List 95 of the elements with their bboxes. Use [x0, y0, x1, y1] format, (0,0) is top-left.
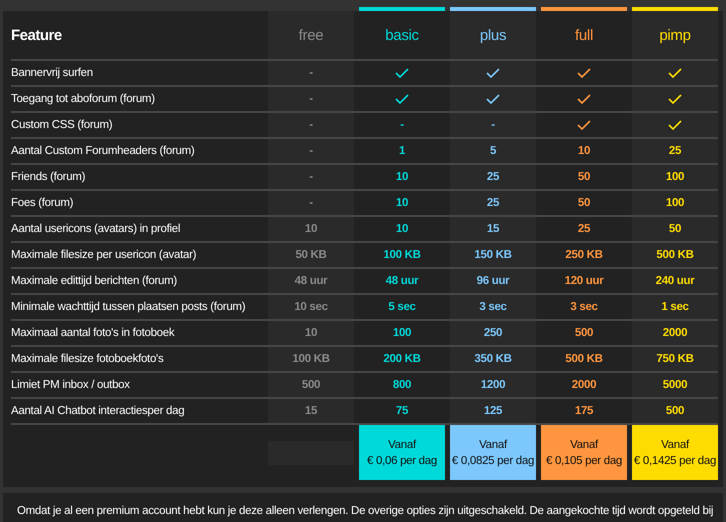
table-cell: 10 sec	[294, 301, 328, 313]
table-cell: 10	[396, 223, 408, 235]
table-cell: 100 KB	[292, 353, 330, 365]
price-button[interactable]: Vanaf € 0,06 per dag	[359, 425, 445, 480]
feature-label: Aantal AI Chatbot interactiesper dag	[11, 404, 186, 419]
table-cell: -	[309, 119, 313, 131]
table-cell: 50	[578, 171, 590, 183]
table-cell: 50	[578, 197, 590, 209]
table-cell: 120 uur	[564, 275, 604, 287]
check-icon	[577, 94, 591, 104]
table-cell: -	[309, 171, 313, 183]
table-cell: 125	[484, 405, 502, 417]
table-cell: 48 uur	[386, 275, 418, 287]
price-button[interactable]: Vanaf € 0,1425 per dag	[632, 425, 718, 480]
table-cell: -	[309, 67, 313, 79]
feature-label: Maximale filesize fotoboekfoto's	[11, 352, 164, 367]
feature-label: Maximale edittijd berichten (forum)	[11, 274, 178, 289]
table-cell: -	[491, 119, 495, 131]
feature-label: Maximale filesize per usericon (avatar)	[11, 248, 198, 263]
feature-label: Foes (forum)	[11, 196, 74, 211]
table-cell: 175	[574, 405, 594, 417]
table-cell: 25	[486, 171, 500, 183]
plan-name: free	[298, 26, 324, 46]
check-icon	[577, 120, 591, 130]
table-cell: 10	[396, 171, 408, 183]
table-cell: 3 sec	[570, 301, 598, 313]
table-cell: -	[309, 145, 313, 157]
feature-label: Minimale wachttijd tussen plaatsen posts (forum)	[11, 300, 246, 315]
table-cell: 250	[484, 327, 502, 339]
table-cell: 100	[666, 197, 684, 209]
table-cell: 1 sec	[661, 301, 689, 313]
table-cell: 500	[574, 327, 594, 339]
table-cell: 500 KB	[565, 353, 603, 365]
table-cell: -	[309, 93, 313, 105]
feature-label: Aantal Custom Forumheaders (forum)	[11, 144, 196, 159]
check-icon	[668, 68, 682, 78]
check-icon	[486, 94, 500, 104]
table-cell: 1200	[480, 379, 506, 391]
table-cell: 240 uur	[656, 275, 694, 287]
table-cell: 48 uur	[294, 275, 328, 287]
price-button[interactable]: Vanaf € 0,105 per dag	[541, 425, 627, 480]
price-button[interactable]: Vanaf € 0,0825 per dag	[450, 425, 536, 480]
table-cell: 75	[396, 405, 408, 417]
table-cell: -	[309, 197, 313, 209]
table-cell: 5 sec	[388, 301, 416, 313]
feature-label: Bannervrij surfen	[11, 66, 94, 81]
table-cell: 25	[578, 223, 590, 235]
table-cell: 5	[490, 145, 496, 157]
table-cell: 350 KB	[474, 353, 512, 365]
table-cell: 500	[302, 379, 320, 391]
column-heading: Feature	[11, 26, 63, 46]
table-cell: 25	[668, 145, 682, 157]
feature-label: Aantal usericons (avatars) in profiel	[11, 222, 182, 237]
table-cell: 10	[578, 145, 590, 157]
table-cell: 100 KB	[383, 249, 421, 261]
notice-text: Omdat je al een premium account hebt kun je deze alleen verlengen. De overige opties zijn uitgeschakeld. De aangekochte tijd wordt opgeteld bij	[17, 505, 714, 517]
check-icon	[668, 120, 682, 130]
check-icon	[577, 68, 591, 78]
feature-label: Custom CSS (forum)	[11, 118, 114, 133]
table-cell: 5000	[662, 379, 688, 391]
table-cell: 800	[392, 379, 412, 391]
check-icon	[395, 68, 409, 78]
table-cell: 2000	[662, 327, 688, 339]
feature-label: Limiet PM inbox / outbox	[11, 378, 131, 393]
table-cell: 15	[304, 405, 318, 417]
feature-label: Maximaal aantal foto's in fotoboek	[11, 326, 176, 341]
table-cell: 2000	[572, 379, 596, 391]
table-cell: 1	[398, 145, 406, 157]
table-cell: 96 uur	[476, 275, 510, 287]
check-icon	[668, 94, 682, 104]
plan-name: plus	[480, 26, 506, 46]
table-cell: -	[400, 119, 404, 131]
table-cell: 50 KB	[295, 249, 327, 261]
check-icon	[486, 68, 500, 78]
table-cell: 100	[666, 171, 684, 183]
table-cell: 100	[392, 327, 412, 339]
table-cell: 25	[486, 197, 500, 209]
table-cell: 500 KB	[656, 249, 694, 261]
feature-label: Toegang tot aboforum (forum)	[11, 92, 156, 107]
table-cell: 10	[304, 223, 318, 235]
table-cell: 10	[304, 327, 318, 339]
table-cell: 150 KB	[474, 249, 512, 261]
table-cell: 500	[666, 405, 684, 417]
plan-name: pimp	[659, 26, 691, 46]
table-cell: 50	[668, 223, 682, 235]
table-cell: 250 KB	[565, 249, 603, 261]
table-cell: 200 KB	[383, 353, 421, 365]
table-cell: 750 KB	[656, 353, 694, 365]
table-cell: 3 sec	[479, 301, 507, 313]
feature-label: Friends (forum)	[11, 170, 86, 185]
check-icon	[395, 94, 409, 104]
table-cell: 10	[396, 197, 408, 209]
plan-name: full	[575, 26, 593, 46]
plan-name: basic	[385, 26, 419, 46]
table-cell: 15	[486, 223, 500, 235]
